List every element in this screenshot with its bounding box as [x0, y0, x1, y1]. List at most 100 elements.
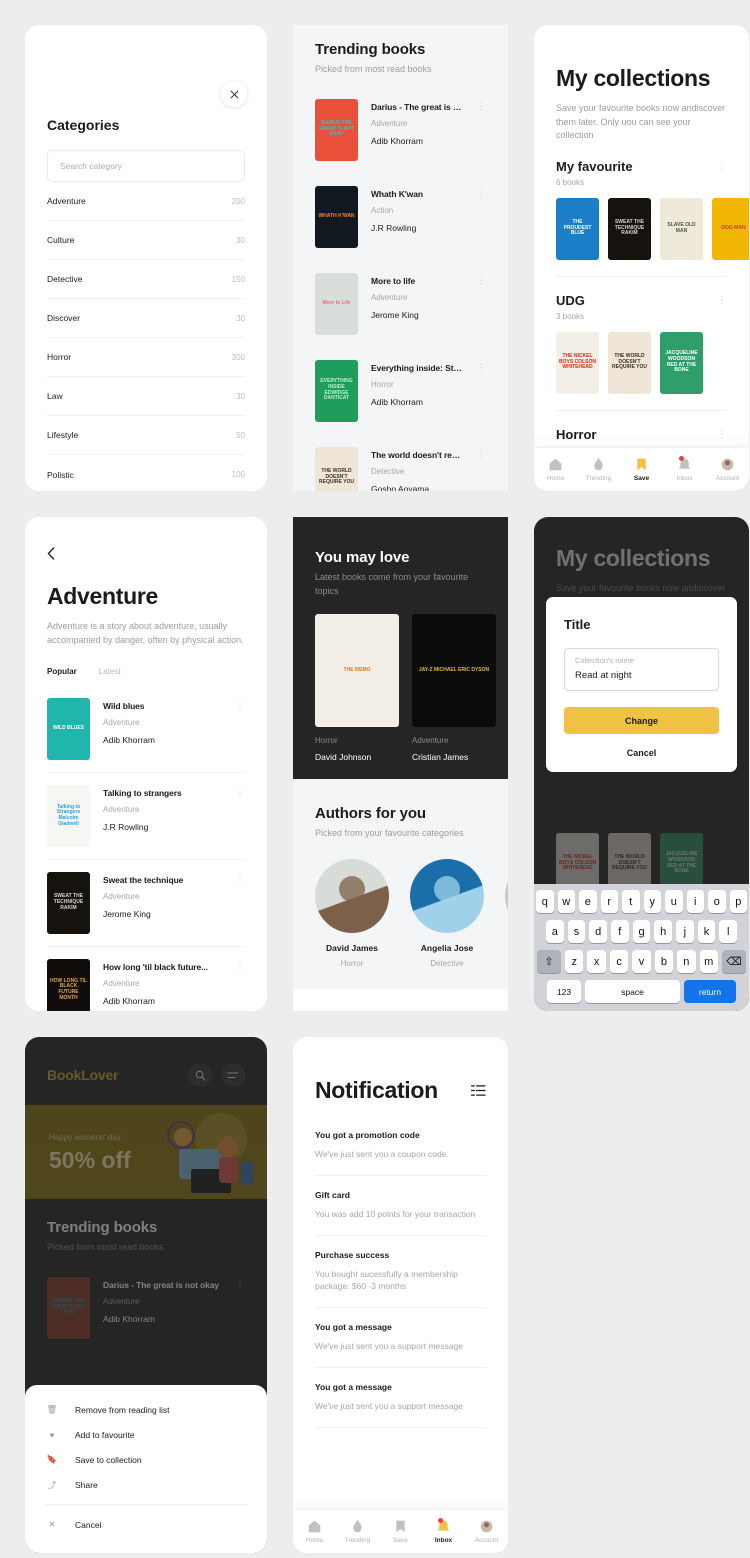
nav-item-inbox[interactable]: Inbox: [663, 456, 706, 482]
book-cover[interactable]: WILD BLUES: [47, 698, 90, 760]
key-j[interactable]: j: [676, 920, 694, 943]
table-row[interactable]: More to Life More to life Adventure Jerome …: [315, 261, 486, 348]
table-row[interactable]: EVERYTHING INSIDE EDWIDGE DANTICAT Everyt…: [315, 348, 486, 435]
kebab-menu-icon[interactable]: ⋮: [476, 99, 486, 161]
kebab-menu-icon[interactable]: ⋮: [235, 1277, 245, 1339]
kebab-menu-icon[interactable]: ⋮: [476, 186, 486, 248]
return-key[interactable]: return: [684, 980, 736, 1003]
list-item[interactable]: Detective 150: [47, 260, 245, 299]
list-item[interactable]: THE MEMO Horror David Johnson: [315, 614, 399, 762]
book-cover[interactable]: SWEAT THE TECHNIQUE RAKIM: [47, 872, 90, 934]
numbers-key[interactable]: 123: [547, 980, 581, 1003]
list-item[interactable]: Discover 30: [47, 299, 245, 338]
key-t[interactable]: t: [622, 890, 640, 913]
nav-item-account[interactable]: Account: [465, 1519, 508, 1544]
key-f[interactable]: f: [611, 920, 629, 943]
list-item[interactable]: JAY-Z MICHAEL ERIC DYSON Adventure Cristia…: [412, 614, 496, 762]
list-item[interactable]: Bradd Reid Detective: [505, 858, 508, 968]
search-input[interactable]: Search category: [47, 150, 245, 182]
list-item[interactable]: David James Horror: [315, 858, 389, 968]
book-cover[interactable]: WHATH K'WAN: [315, 185, 358, 248]
kebab-menu-icon[interactable]: ⋮: [476, 273, 486, 335]
list-item[interactable]: Lifestyle 50: [47, 416, 245, 455]
list-item[interactable]: Horror 300: [47, 338, 245, 377]
kebab-menu-icon[interactable]: ⋮: [235, 959, 245, 1011]
nav-item-save[interactable]: Save: [620, 457, 663, 482]
menu-item[interactable]: 🗑 Remove from reading list: [45, 1397, 247, 1422]
kebab-menu-icon[interactable]: ⋮: [717, 427, 727, 439]
key-x[interactable]: x: [587, 950, 606, 973]
key-g[interactable]: g: [632, 920, 651, 943]
book-cover[interactable]: DARIUS THE GREAT IS NOT OKAY: [47, 1276, 90, 1339]
nav-item-account[interactable]: Account: [706, 457, 749, 482]
key-k[interactable]: k: [697, 920, 716, 943]
collection-cover[interactable]: THE WORLD DOESN'T REQUIRE YOU: [608, 331, 651, 394]
key-i[interactable]: i: [686, 890, 704, 913]
nav-item-home[interactable]: Home: [534, 457, 577, 482]
menu-item[interactable]: ⤴ Share: [45, 1472, 247, 1497]
key-o[interactable]: o: [708, 890, 726, 913]
search-button[interactable]: [188, 1063, 212, 1087]
collection-cover[interactable]: THE NICKEL BOYS COLSON WHITEHEAD: [556, 331, 599, 394]
table-row[interactable]: THE WORLD DOESN'T REQUIRE YOU The world d…: [315, 435, 486, 491]
key-h[interactable]: h: [654, 920, 673, 943]
list-item[interactable]: Purchase success You bought sucessfully a…: [315, 1236, 486, 1308]
book-cover[interactable]: DARIUS THE GREAT IS NOT OKAY: [315, 98, 358, 161]
list-item[interactable]: Polistic 100: [47, 455, 245, 491]
key-q[interactable]: q: [536, 890, 554, 913]
table-row[interactable]: WHATH K'WAN Whath K'wan Action J.R Rowling ⋮: [315, 174, 486, 261]
kebab-menu-icon[interactable]: ⋮: [235, 785, 245, 847]
collection-cover[interactable]: DOG MAN: [712, 197, 749, 260]
key-c[interactable]: c: [609, 950, 629, 973]
list-item[interactable]: You got a message We've just sent you a s…: [315, 1308, 486, 1368]
key-a[interactable]: a: [545, 920, 564, 943]
list-item[interactable]: Adventure 200: [47, 182, 245, 221]
promo-banner[interactable]: Happy womens' day 50% off: [25, 1105, 267, 1199]
change-button[interactable]: Change: [564, 707, 719, 734]
book-cover[interactable]: THE WORLD DOESN'T REQUIRE YOU: [315, 446, 358, 491]
collection-name-input[interactable]: Collection's name Read at night: [564, 648, 719, 691]
nav-item-home[interactable]: Home: [293, 1519, 336, 1544]
table-row[interactable]: DARIUS THE GREAT IS NOT OKAY Darius - The…: [315, 87, 486, 174]
space-key[interactable]: space: [585, 980, 680, 1003]
list-item[interactable]: Law 30: [47, 377, 245, 416]
nav-item-trending[interactable]: Trending: [577, 457, 620, 482]
tab-latest[interactable]: Latest: [99, 667, 121, 676]
cancel-button[interactable]: Cancel: [564, 748, 719, 758]
list-settings-icon[interactable]: [471, 1084, 486, 1097]
nav-item-inbox[interactable]: Inbox: [422, 1518, 465, 1544]
table-row[interactable]: HOW LONG TIL BLACK FUTURE MONTH How long …: [47, 947, 245, 1011]
list-item[interactable]: You got a promotion code We've just sent …: [315, 1116, 486, 1176]
key-d[interactable]: d: [589, 920, 607, 943]
key-b[interactable]: b: [654, 950, 674, 973]
back-button[interactable]: [47, 547, 55, 564]
list-item[interactable]: Gift card You was add 10 points for your …: [315, 1176, 486, 1236]
menu-item[interactable]: ♥ Add to favourite: [45, 1422, 247, 1447]
key-w[interactable]: w: [557, 890, 575, 913]
key-n[interactable]: n: [677, 950, 696, 973]
book-cover[interactable]: HOW LONG TIL BLACK FUTURE MONTH: [47, 959, 90, 1011]
key-r[interactable]: r: [600, 890, 618, 913]
close-button[interactable]: [221, 81, 247, 107]
book-cover[interactable]: JAY-Z MICHAEL ERIC DYSON: [412, 614, 496, 727]
table-row[interactable]: DARIUS THE GREAT IS NOT OKAY Darius - The…: [47, 1265, 245, 1351]
kebab-menu-icon[interactable]: ⋮: [717, 159, 727, 171]
key-z[interactable]: z: [565, 950, 584, 973]
kebab-menu-icon[interactable]: ⋮: [476, 360, 486, 422]
list-item[interactable]: Angelia Jose Detective: [410, 858, 484, 968]
book-cover[interactable]: EVERYTHING INSIDE EDWIDGE DANTICAT: [315, 359, 358, 422]
nav-item-trending[interactable]: Trending: [336, 1519, 379, 1544]
nav-item-save[interactable]: Save: [379, 1519, 422, 1544]
key-v[interactable]: v: [632, 950, 651, 973]
collection-cover[interactable]: JACQUELINE WOODSON RED AT THE BONE: [660, 331, 703, 394]
key-l[interactable]: l: [719, 920, 738, 943]
table-row[interactable]: WILD BLUES Wild blues Adventure Adib Khorra…: [47, 686, 245, 773]
key-m[interactable]: m: [699, 950, 718, 973]
kebab-menu-icon[interactable]: ⋮: [235, 872, 245, 934]
menu-item[interactable]: 🔖 Save to collection: [45, 1447, 247, 1472]
book-cover[interactable]: More to Life: [315, 272, 358, 335]
collection-cover[interactable]: SLAVE OLD MAN: [660, 197, 703, 260]
collection-cover[interactable]: THE PROUDEST BLUE: [556, 197, 599, 260]
table-row[interactable]: SWEAT THE TECHNIQUE RAKIM Sweat the techn…: [47, 860, 245, 947]
kebab-menu-icon[interactable]: ⋮: [717, 293, 727, 305]
